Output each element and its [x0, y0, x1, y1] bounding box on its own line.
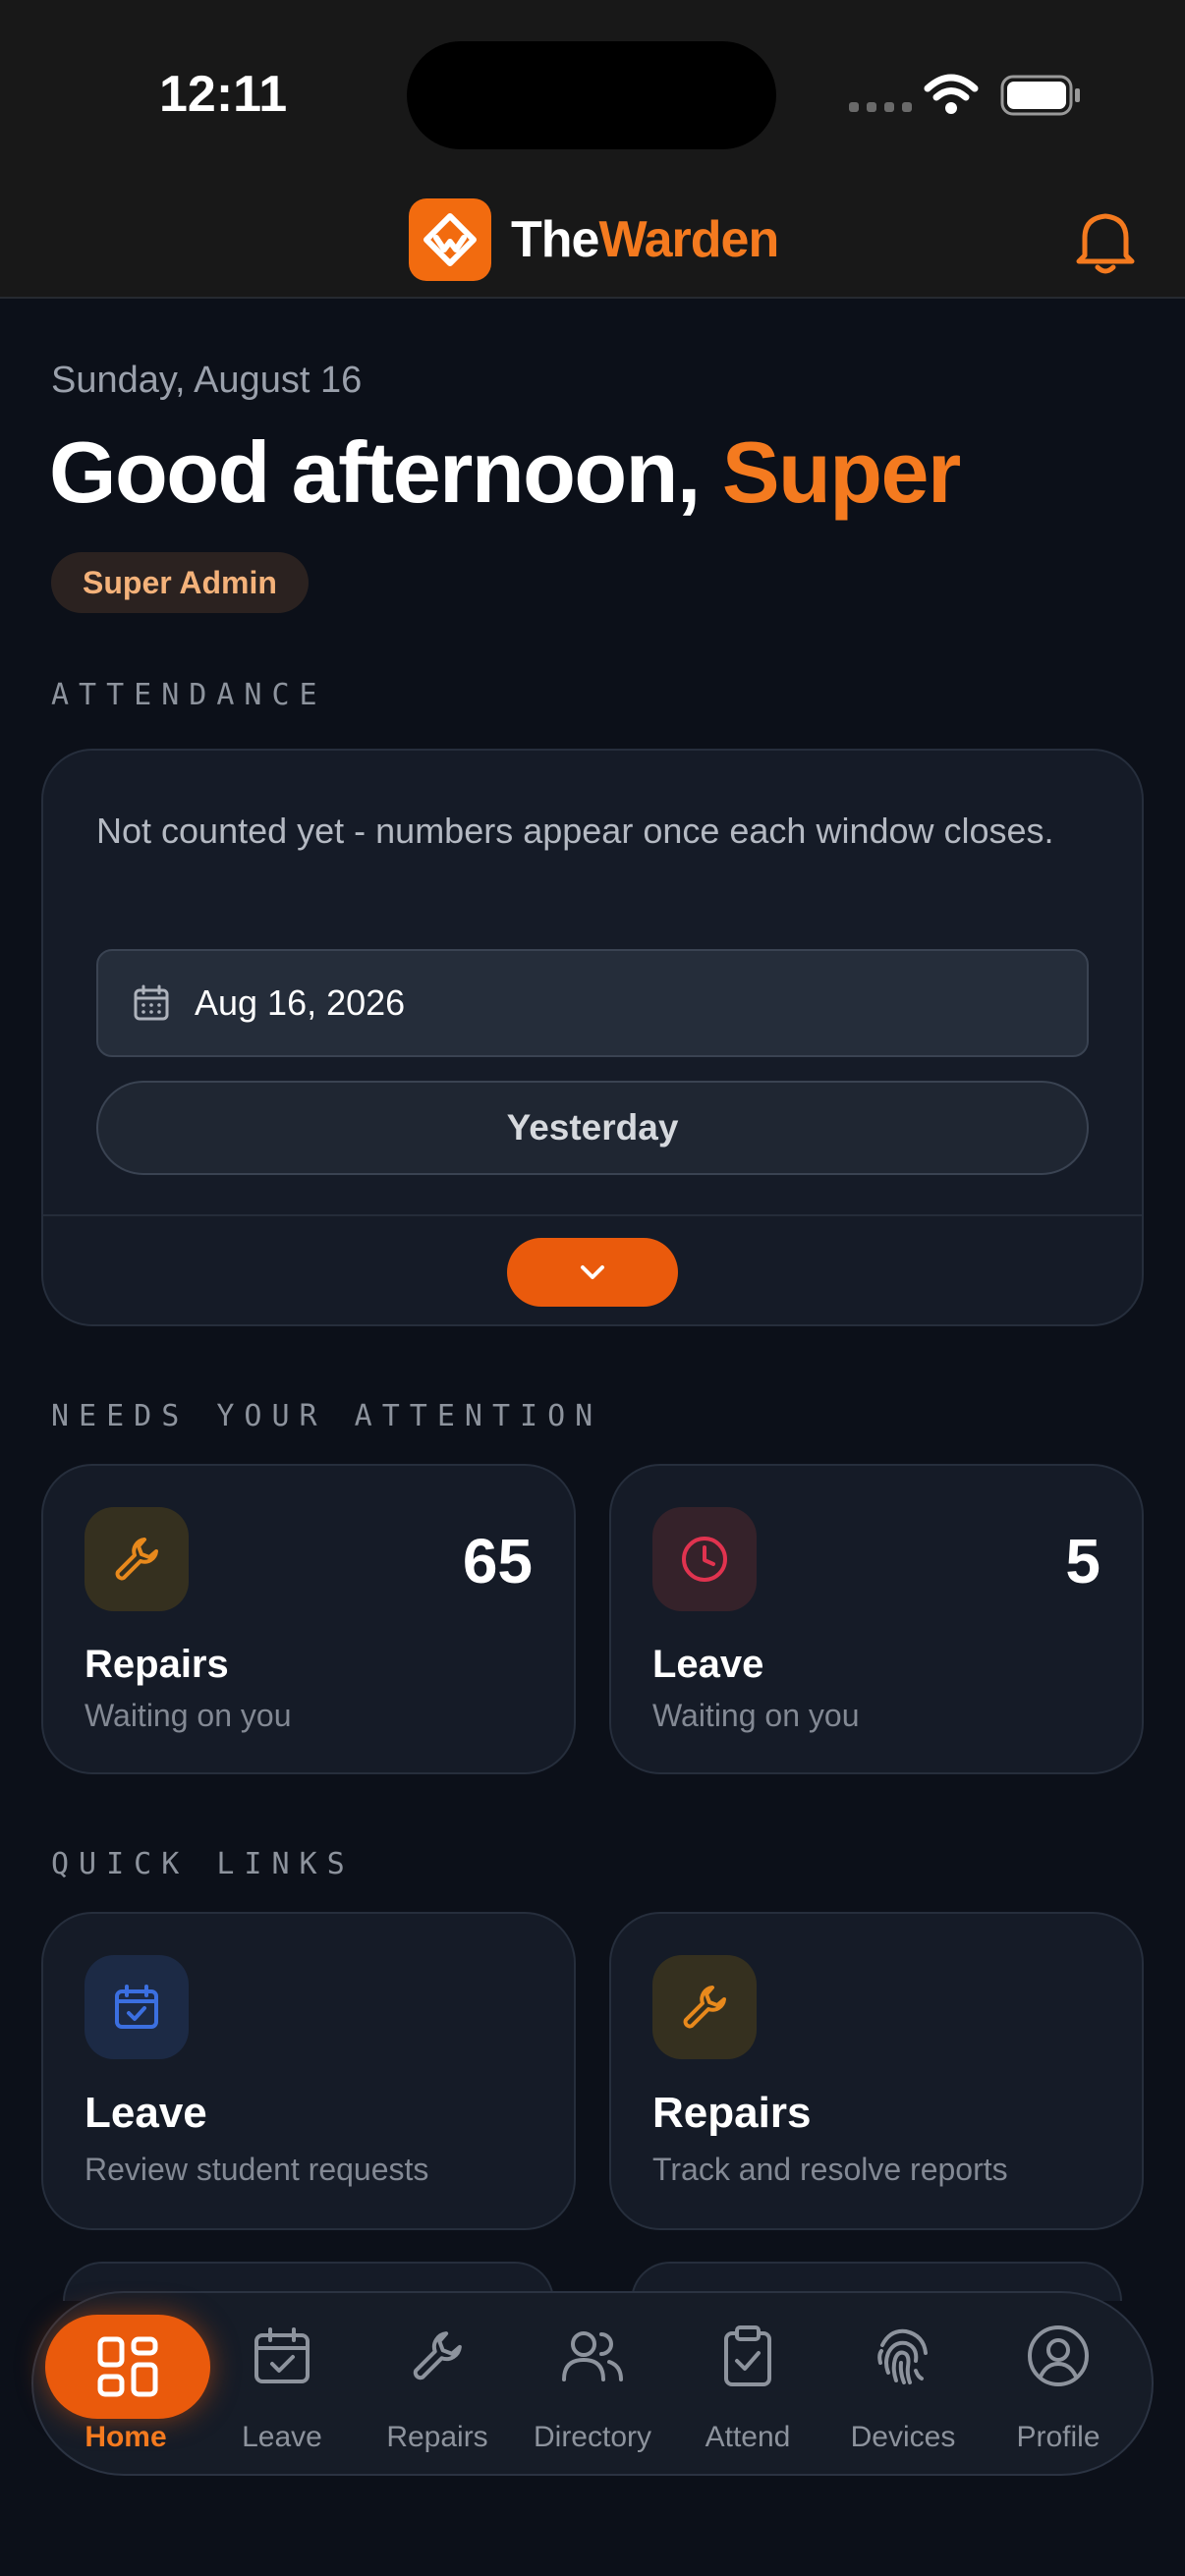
attendance-note: Not counted yet - numbers appear once ea… — [96, 811, 1054, 851]
card-title: Repairs — [652, 2089, 812, 2137]
section-title-quick-links: QUICK LINKS — [51, 1847, 355, 1881]
status-bar: 12:11 — [0, 0, 1185, 189]
card-divider — [43, 1214, 1142, 1216]
user-circle-icon — [1028, 2325, 1089, 2386]
quick-link-leave[interactable]: Leave Review student requests — [41, 1912, 576, 2230]
warden-logo-icon — [409, 198, 491, 281]
battery-icon — [1000, 75, 1080, 116]
nav-label: Attend — [705, 2421, 791, 2453]
attention-card-leave[interactable]: 5 Leave Waiting on you — [609, 1464, 1144, 1774]
card-title: Repairs — [85, 1643, 229, 1686]
calendar-check-icon — [254, 2327, 310, 2383]
nav-item-directory[interactable]: Directory — [515, 2291, 670, 2472]
attendance-date-picker[interactable]: Aug 16, 2026 — [96, 949, 1089, 1057]
clipboard-check-icon — [724, 2325, 771, 2386]
card-title: Leave — [652, 1643, 764, 1686]
nav-item-repairs[interactable]: Repairs — [360, 2291, 515, 2472]
user-name: Super — [721, 423, 961, 521]
cellular-signal-icon — [849, 102, 912, 112]
nav-item-leave[interactable]: Leave — [204, 2291, 360, 2472]
repairs-pending-count: 65 — [462, 1526, 533, 1596]
attention-card-repairs[interactable]: 65 Repairs Waiting on you — [41, 1464, 576, 1774]
notifications-bell-icon[interactable] — [1071, 206, 1140, 277]
chevron-down-icon — [581, 1265, 604, 1279]
nav-item-devices[interactable]: Devices — [825, 2291, 981, 2472]
nav-label: Repairs — [386, 2421, 488, 2453]
calendar-icon — [134, 984, 169, 1021]
section-title-attendance: ATTENDANCE — [51, 678, 327, 712]
dynamic-island — [407, 41, 776, 149]
nav-item-attend[interactable]: Attend — [670, 2291, 825, 2472]
wrench-icon — [652, 1955, 757, 2059]
role-badge: Super Admin — [51, 552, 309, 613]
app-header: TheWarden — [0, 189, 1185, 299]
nav-label: Devices — [850, 2421, 956, 2453]
users-icon — [562, 2331, 623, 2381]
card-subtitle: Track and resolve reports — [652, 2152, 1008, 2187]
current-date: Sunday, August 16 — [51, 360, 363, 401]
attendance-date-value: Aug 16, 2026 — [195, 982, 406, 1023]
nav-item-home[interactable]: Home — [47, 2291, 204, 2472]
wrench-icon — [85, 1507, 189, 1611]
wifi-icon — [924, 74, 979, 114]
section-title-attention: NEEDS YOUR ATTENTION — [51, 1399, 603, 1433]
fingerprint-icon — [877, 2328, 928, 2384]
leave-pending-count: 5 — [1065, 1526, 1100, 1596]
card-subtitle: Review student requests — [85, 2152, 429, 2187]
quick-link-repairs[interactable]: Repairs Track and resolve reports — [609, 1912, 1144, 2230]
nav-label: Leave — [242, 2421, 322, 2453]
wrench-icon — [413, 2331, 462, 2380]
status-time: 12:11 — [159, 66, 288, 123]
clock-icon — [652, 1507, 757, 1611]
card-subtitle: Waiting on you — [85, 1698, 292, 1733]
greeting-heading: Good afternoon, Super — [49, 423, 961, 521]
card-title: Leave — [85, 2089, 207, 2137]
attendance-card: Not counted yet - numbers appear once ea… — [41, 749, 1144, 1326]
card-subtitle: Waiting on you — [652, 1698, 860, 1733]
yesterday-button[interactable]: Yesterday — [96, 1081, 1089, 1175]
app-logo: TheWarden — [409, 198, 779, 281]
nav-item-profile[interactable]: Profile — [981, 2291, 1136, 2472]
nav-label: Directory — [533, 2421, 651, 2453]
nav-label: Profile — [1016, 2421, 1100, 2453]
app-brand-name: TheWarden — [511, 211, 779, 268]
nav-label: Home — [85, 2421, 167, 2453]
expand-attendance-button[interactable] — [507, 1238, 678, 1307]
calendar-check-icon — [85, 1955, 189, 2059]
